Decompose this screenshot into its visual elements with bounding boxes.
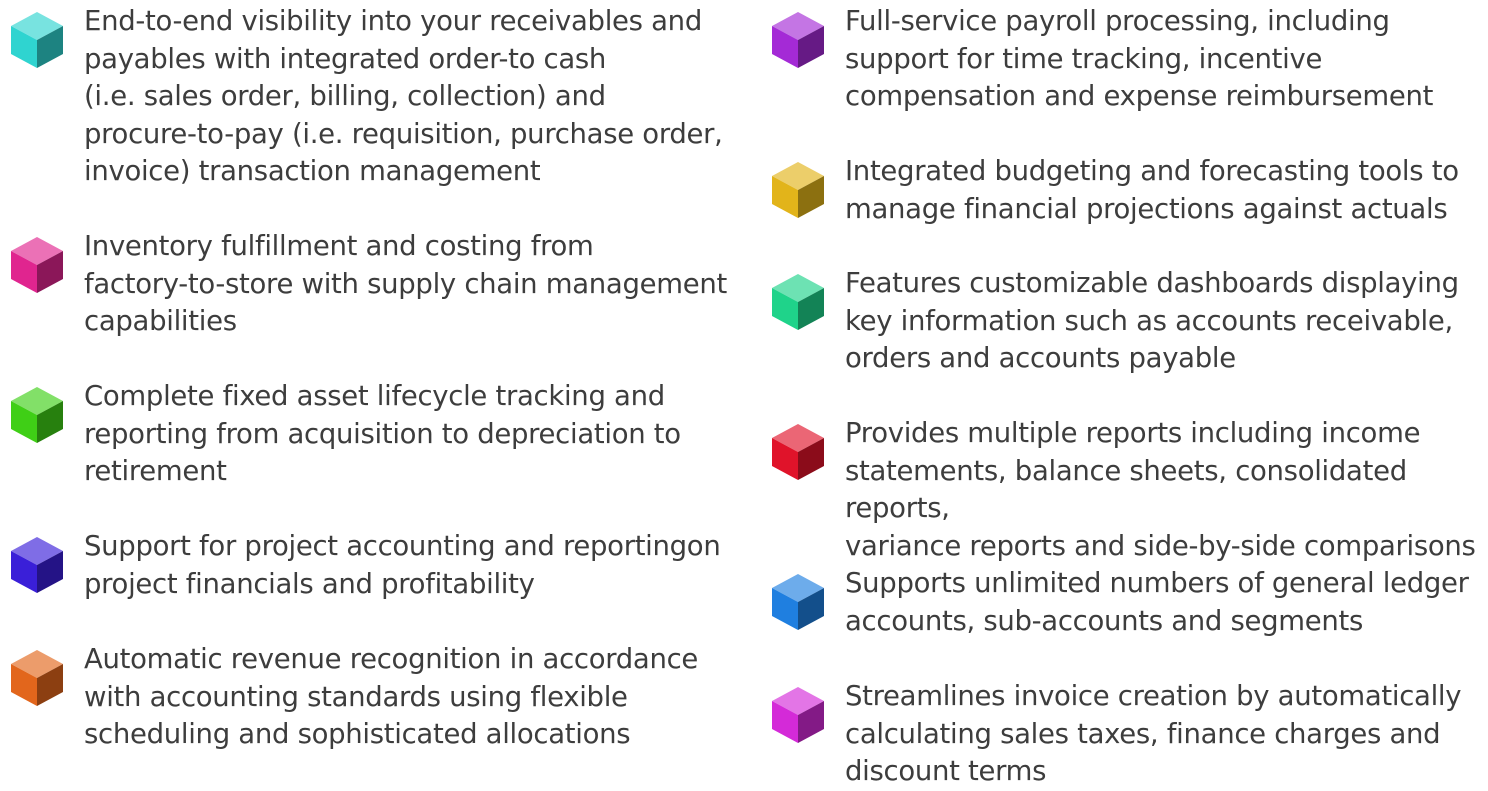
feature-item: Integrated budgeting and forecasting too…: [767, 153, 1459, 228]
gold-cube-icon: [772, 162, 824, 218]
feature-text: Inventory fulfillment and costing from f…: [84, 230, 727, 337]
feature-item: Provides multiple reports including inco…: [767, 415, 1488, 565]
magenta-cube-icon: [772, 687, 824, 743]
indigo-cube-icon: [11, 537, 63, 593]
feature-item: Automatic revenue recognition in accorda…: [6, 641, 698, 754]
feature-text: Supports unlimited numbers of general le…: [845, 567, 1469, 637]
pink-cube-icon: [11, 237, 63, 293]
feature-item: End-to-end visibility into your receivab…: [6, 3, 723, 191]
feature-text: Integrated budgeting and forecasting too…: [845, 155, 1459, 225]
feature-text: Automatic revenue recognition in accorda…: [84, 643, 699, 750]
teal-cube-icon: [11, 12, 63, 68]
feature-text: Streamlines invoice creation by automati…: [845, 680, 1462, 787]
mint-cube-icon: [772, 274, 824, 330]
feature-item: Streamlines invoice creation by automati…: [767, 678, 1462, 791]
orange-cube-icon: [11, 650, 63, 706]
feature-text: Features customizable dashboards display…: [845, 267, 1459, 374]
green-cube-icon: [11, 387, 63, 443]
feature-text: Full-service payroll processing, includi…: [845, 5, 1434, 112]
feature-text: Complete fixed asset lifecycle tracking …: [84, 380, 681, 487]
feature-item: Complete fixed asset lifecycle tracking …: [6, 378, 681, 491]
feature-item: Inventory fulfillment and costing from f…: [6, 228, 727, 341]
purple-cube-icon: [772, 12, 824, 68]
feature-text: End-to-end visibility into your receivab…: [84, 5, 723, 187]
red-cube-icon: [772, 424, 824, 480]
feature-text: Provides multiple reports including inco…: [845, 417, 1476, 562]
feature-text: Support for project accounting and repor…: [84, 530, 721, 600]
feature-item: Full-service payroll processing, includi…: [767, 3, 1433, 116]
feature-item: Features customizable dashboards display…: [767, 265, 1459, 378]
feature-item: Support for project accounting and repor…: [6, 528, 721, 603]
feature-item: Supports unlimited numbers of general le…: [767, 565, 1469, 640]
blue-cube-icon: [772, 574, 824, 630]
